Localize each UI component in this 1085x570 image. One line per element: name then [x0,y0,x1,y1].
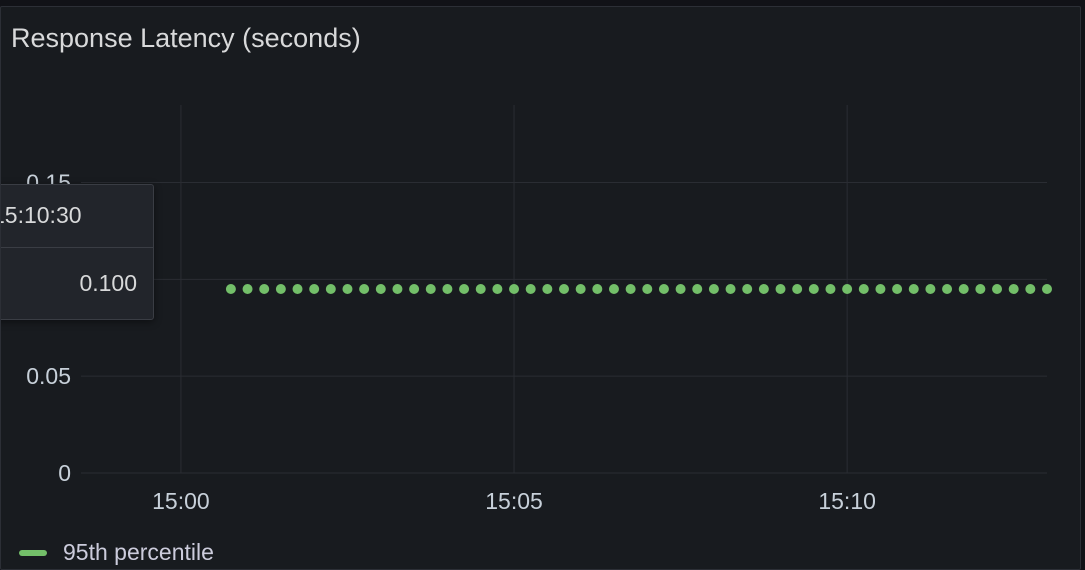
data-point[interactable] [608,284,619,294]
data-point[interactable] [992,284,1003,294]
data-point[interactable] [359,284,370,294]
data-point[interactable] [225,284,236,294]
tooltip-divider [1,247,153,248]
data-point[interactable] [375,284,386,294]
data-point[interactable] [259,284,270,294]
latency-panel: 0 0.05 0.15 15:00 15:05 15:10 Response Latenc… [0,6,1081,570]
data-point[interactable] [942,284,953,294]
data-point[interactable] [642,284,653,294]
data-point[interactable] [725,284,736,294]
data-point[interactable] [509,284,520,294]
x-tick-label: 15:10 [818,488,876,514]
data-point[interactable] [742,284,753,294]
x-tick-label: 15:05 [485,488,543,514]
data-point[interactable] [309,284,320,294]
legend-label-95th-percentile[interactable]: 95th percentile [63,539,214,566]
data-point[interactable] [658,284,669,294]
data-point[interactable] [275,284,286,294]
data-point[interactable] [925,284,936,294]
data-point[interactable] [758,284,769,294]
data-point[interactable] [459,284,470,294]
data-point[interactable] [592,284,603,294]
data-point[interactable] [325,284,336,294]
chart-area[interactable]: 00.050.1515:00 15:05 15:10 [1,7,1080,569]
data-point[interactable] [692,284,703,294]
data-point[interactable] [908,284,919,294]
data-point[interactable] [442,284,453,294]
data-point[interactable] [542,284,553,294]
data-point[interactable] [1008,284,1019,294]
data-point[interactable] [892,284,903,294]
data-point[interactable] [808,284,819,294]
data-point[interactable] [559,284,569,294]
data-point[interactable] [292,284,303,294]
tooltip-value: 0.100 [79,270,137,296]
y-tick-label: 0.05 [26,363,71,389]
data-point[interactable] [1025,284,1036,294]
data-point[interactable] [492,284,503,294]
data-point[interactable] [409,284,420,294]
data-point[interactable] [875,284,886,294]
data-point[interactable] [842,284,853,294]
data-point[interactable] [525,284,536,294]
legend-swatch [19,549,47,556]
x-tick-label: 15:00 [152,488,210,514]
data-point[interactable] [425,284,436,294]
tooltip-time: 15:10:30 [0,202,82,228]
data-point[interactable] [242,284,253,294]
data-point[interactable] [342,284,353,294]
legend[interactable]: 95th percentile [19,539,214,566]
data-point[interactable] [475,284,486,294]
data-point[interactable] [625,284,636,294]
data-point[interactable] [775,284,786,294]
data-point[interactable] [1042,284,1052,294]
data-point[interactable] [975,284,986,294]
hover-tooltip: 15:10:30 0.100 [0,184,154,320]
data-point[interactable] [392,284,403,294]
data-point[interactable] [958,284,969,294]
data-point[interactable] [858,284,869,294]
y-tick-label: 0 [58,460,71,486]
data-point[interactable] [825,284,836,294]
data-point[interactable] [792,284,803,294]
data-point[interactable] [708,284,719,294]
data-point[interactable] [675,284,686,294]
data-point[interactable] [575,284,586,294]
panel-title: Response Latency (seconds) [11,23,361,53]
series-95th-percentile [225,284,1052,294]
